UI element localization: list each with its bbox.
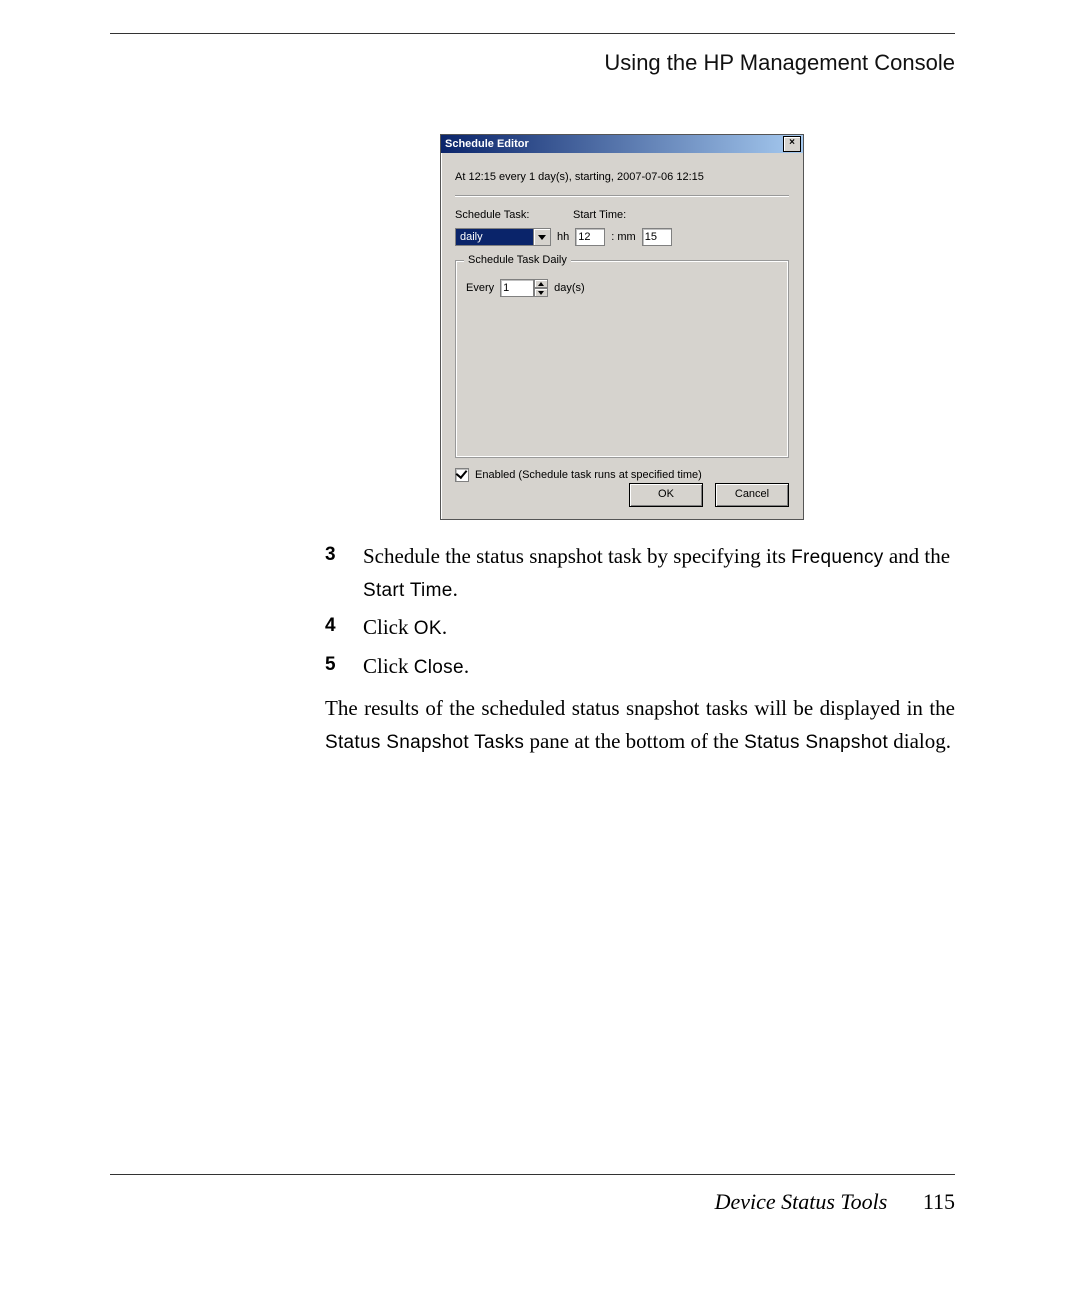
every-spinner[interactable]: 1 [500, 279, 548, 297]
text: and the [884, 544, 950, 568]
schedule-summary: At 12:15 every 1 day(s), starting, 2007-… [455, 171, 789, 183]
page-footer: Device Status Tools 115 [715, 1189, 955, 1215]
text: . [442, 615, 447, 639]
text: Schedule the status snapshot task by spe… [363, 544, 791, 568]
every-value[interactable]: 1 [500, 279, 534, 297]
running-head: Using the HP Management Console [604, 50, 955, 76]
text: The results of the scheduled status snap… [325, 696, 955, 720]
step-number: 3 [325, 540, 363, 605]
text: dialog. [888, 729, 951, 753]
step-5: 5 Click Close. [325, 650, 955, 683]
titlebar: Schedule Editor × [441, 135, 803, 153]
hh-label: hh [557, 228, 569, 246]
text: Click [363, 654, 414, 678]
cancel-button[interactable]: Cancel [715, 483, 789, 507]
enabled-label: Enabled (Schedule task runs at specified… [475, 469, 702, 481]
ui-term-tasks-pane: Status Snapshot Tasks [325, 732, 524, 753]
divider [455, 195, 789, 196]
step-4: 4 Click OK. [325, 611, 955, 644]
footer-section-title: Device Status Tools [715, 1189, 888, 1214]
schedule-task-daily-group: Schedule Task Daily Every 1 day(s) [455, 260, 789, 458]
hour-input[interactable]: 12 [575, 228, 605, 246]
top-rule [110, 33, 955, 34]
bottom-rule [110, 1174, 955, 1175]
page-number: 115 [923, 1189, 955, 1214]
every-label: Every [466, 279, 494, 297]
text: pane at the bottom of the [524, 729, 744, 753]
schedule-editor-dialog: Schedule Editor × At 12:15 every 1 day(s… [440, 134, 804, 520]
days-label: day(s) [554, 279, 585, 297]
minute-input[interactable]: 15 [642, 228, 672, 246]
dialog-title: Schedule Editor [445, 138, 783, 150]
text: Click [363, 615, 414, 639]
text: . [464, 654, 469, 678]
text: . [453, 577, 458, 601]
body-text: 3 Schedule the status snapshot task by s… [325, 540, 955, 757]
ui-term-close: Close [414, 657, 464, 678]
schedule-task-label: Schedule Task: [455, 206, 551, 224]
result-paragraph: The results of the scheduled status snap… [325, 692, 955, 757]
ui-term-start-time: Start Time [363, 580, 453, 601]
ui-term-status-snapshot: Status Snap­shot [744, 732, 888, 753]
step-3: 3 Schedule the status snapshot task by s… [325, 540, 955, 605]
schedule-task-value: daily [455, 228, 533, 246]
spinner-down-icon[interactable] [534, 288, 548, 297]
schedule-task-combo[interactable]: daily [455, 228, 551, 246]
mm-label: : mm [611, 228, 635, 246]
step-number: 4 [325, 611, 363, 644]
ok-button[interactable]: OK [629, 483, 703, 507]
ui-term-ok: OK [414, 618, 442, 639]
groupbox-title: Schedule Task Daily [464, 254, 571, 266]
close-icon[interactable]: × [783, 136, 801, 152]
spinner-up-icon[interactable] [534, 279, 548, 288]
ui-term-frequency: Frequency [791, 547, 883, 568]
enabled-checkbox[interactable] [455, 468, 469, 482]
step-number: 5 [325, 650, 363, 683]
chevron-down-icon[interactable] [533, 228, 551, 246]
start-time-label: Start Time: [573, 206, 626, 224]
